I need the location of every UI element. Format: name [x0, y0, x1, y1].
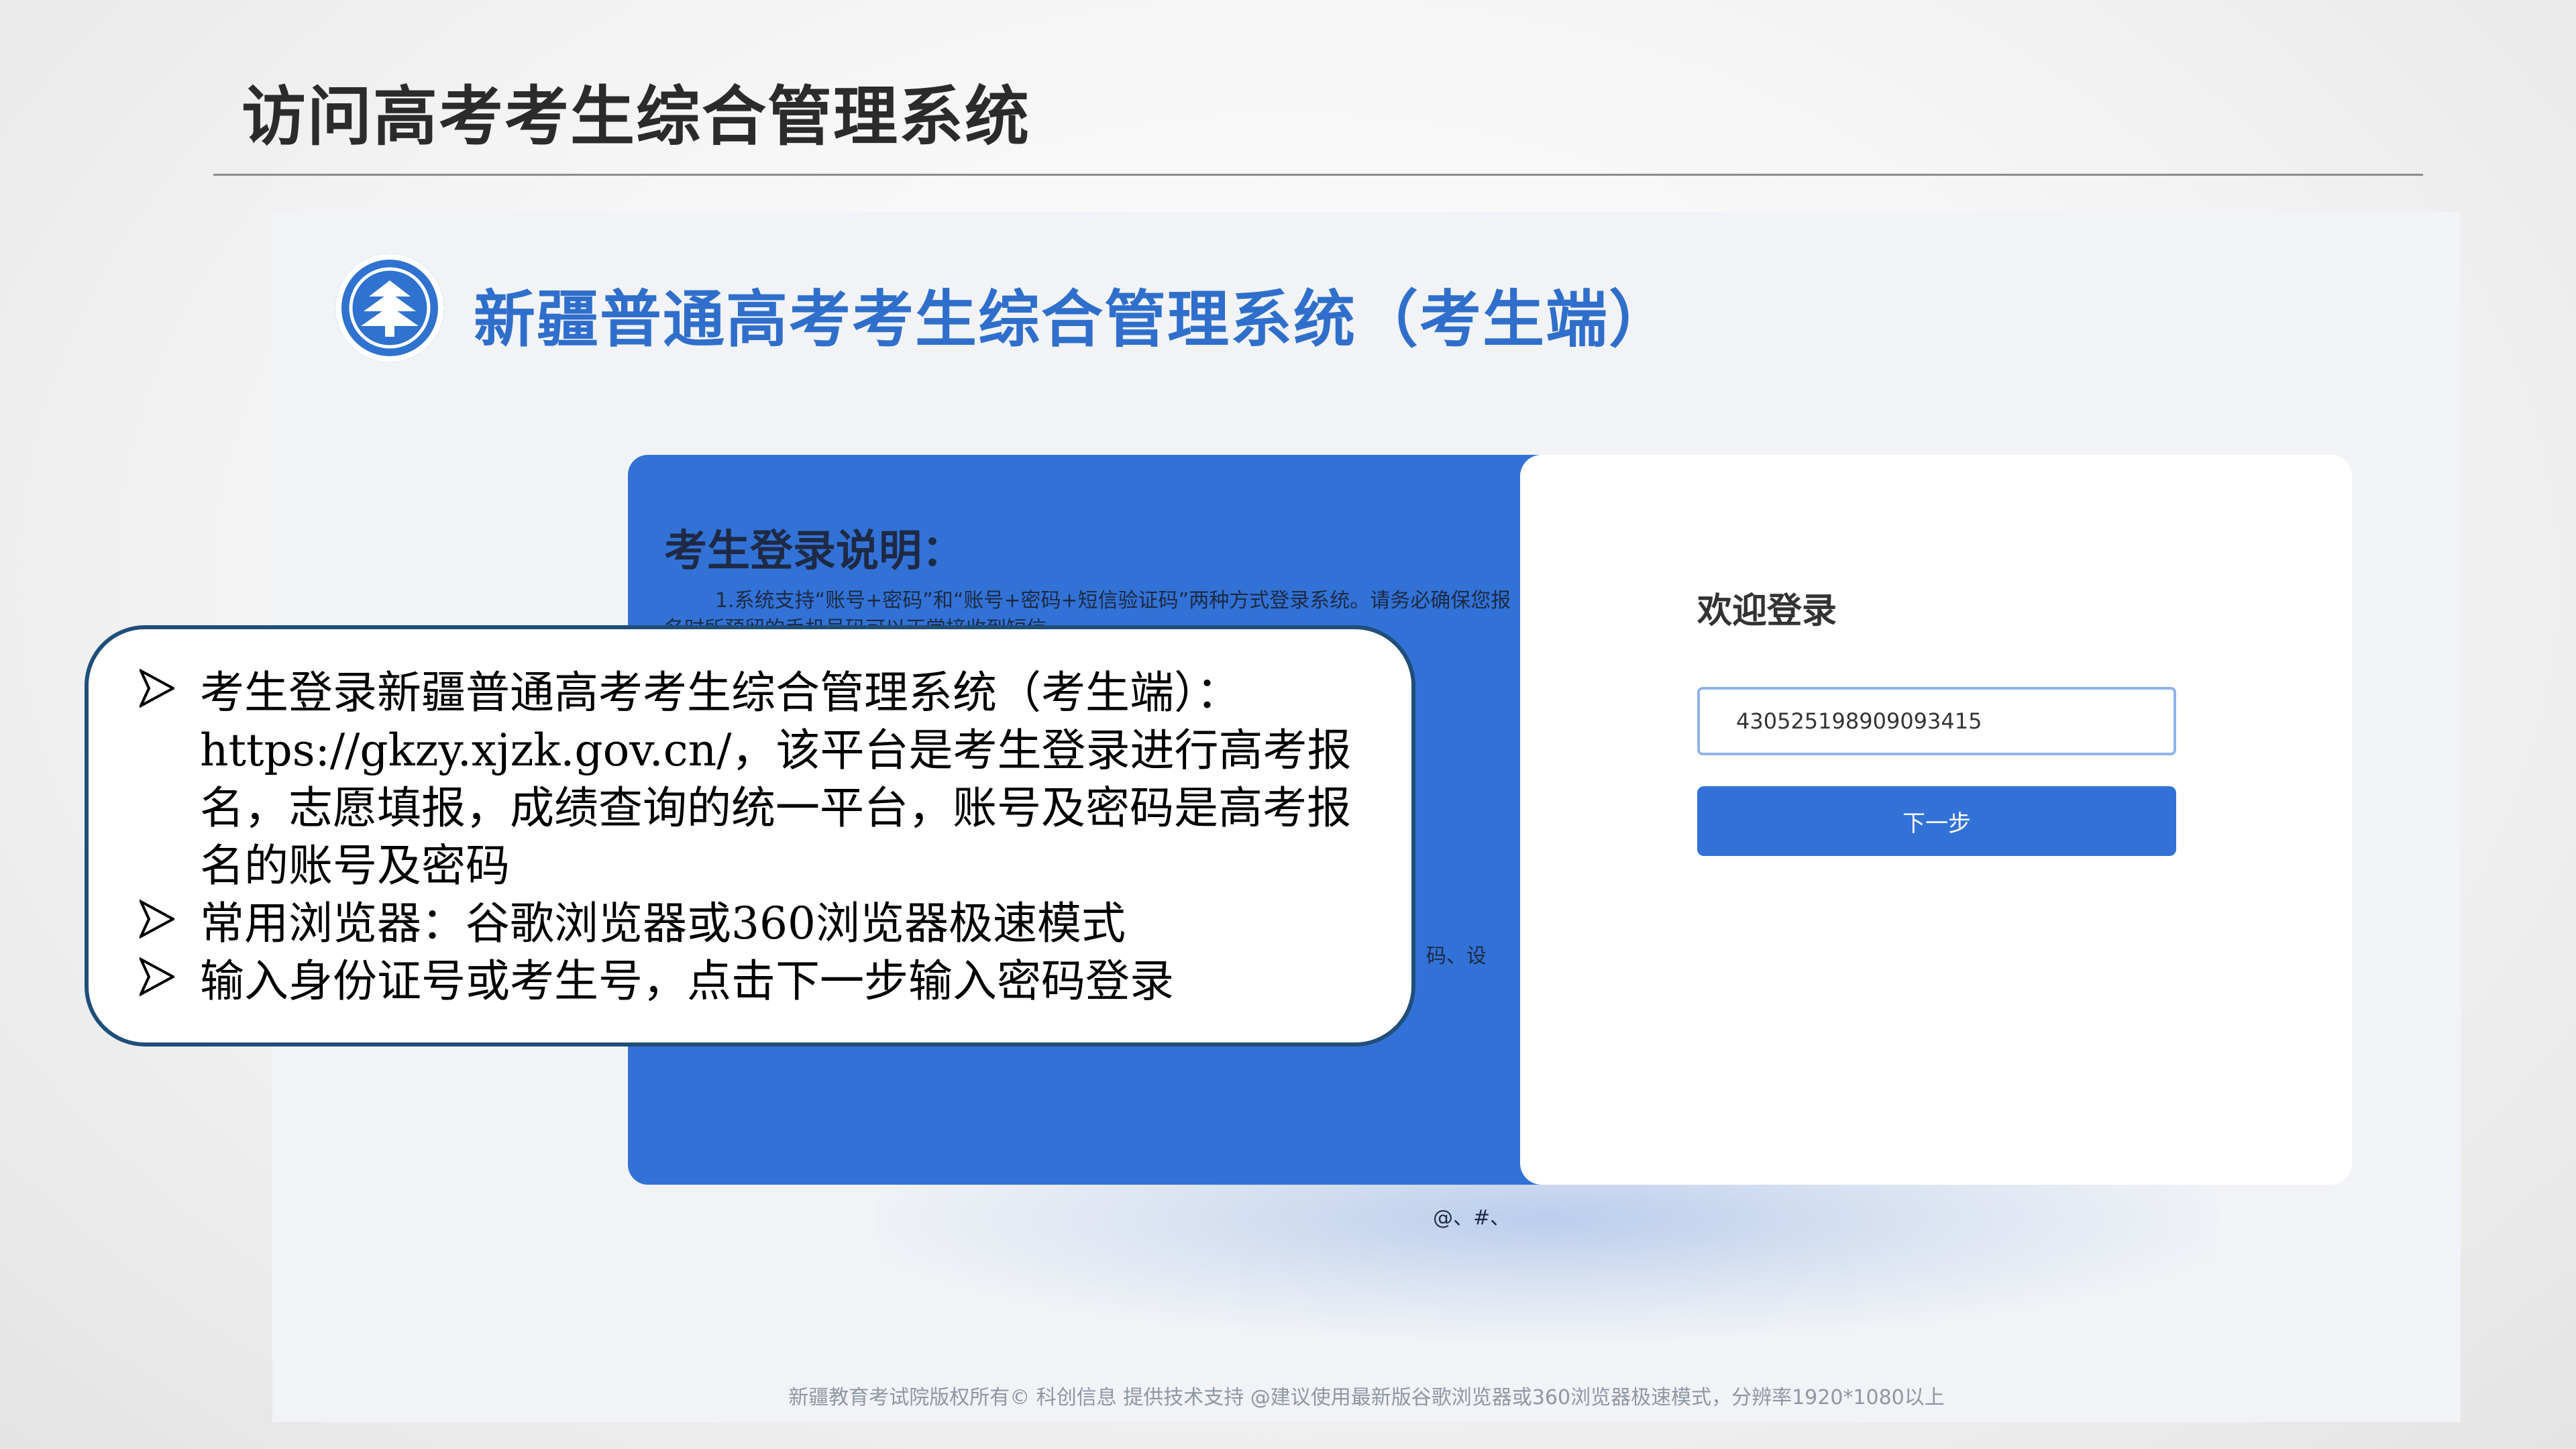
next-step-button[interactable]: 下一步	[1697, 786, 2176, 856]
annotation-callout: 考生登录新疆普通高考考生综合管理系统（考生端）：https://gkzy.xjz…	[85, 625, 1415, 1046]
instructions-fragment: @、#、	[1433, 1206, 1511, 1230]
system-title: 新疆普通高考考生综合管理系统（考生端）	[474, 284, 1672, 356]
arrowhead-bullet-icon	[140, 899, 174, 939]
callout-bullet: 考生登录新疆普通高考考生综合管理系统（考生端）：https://gkzy.xjz…	[140, 664, 1385, 895]
arrowhead-bullet-icon	[140, 957, 174, 997]
slide-title: 访问高考考生综合管理系统	[241, 79, 1030, 154]
arrowhead-bullet-icon	[140, 668, 174, 708]
instructions-fragment: 码、设	[1426, 945, 1487, 968]
instructions-line-1: 1.系统支持“账号+密码”和“账号+密码+短信验证码”两种方式登录系统。请务必确…	[715, 589, 1511, 612]
bullet-text: 输入身份证号或考生号，点击下一步输入密码登录	[200, 955, 1174, 1007]
id-number-input[interactable]	[1697, 687, 2176, 755]
login-title: 欢迎登录	[1697, 591, 1837, 631]
site-footer: 新疆教育考试院版权所有© 科创信息 提供技术支持 @建议使用最新版谷歌浏览器或3…	[788, 1386, 1945, 1409]
callout-bullet: 输入身份证号或考生号，点击下一步输入密码登录	[140, 953, 1385, 1010]
login-card: 欢迎登录 下一步	[1520, 455, 2352, 1185]
bullet-text: 常用浏览器：谷歌浏览器或360浏览器极速模式	[200, 898, 1126, 949]
callout-bullet: 常用浏览器：谷歌浏览器或360浏览器极速模式	[140, 895, 1385, 953]
bullet-text: 考生登录新疆普通高考考生综合管理系统（考生端）：https://gkzy.xjz…	[200, 667, 1352, 892]
instructions-heading: 考生登录说明：	[664, 527, 965, 576]
exam-authority-emblem-icon	[335, 254, 444, 362]
title-divider	[213, 174, 2423, 176]
